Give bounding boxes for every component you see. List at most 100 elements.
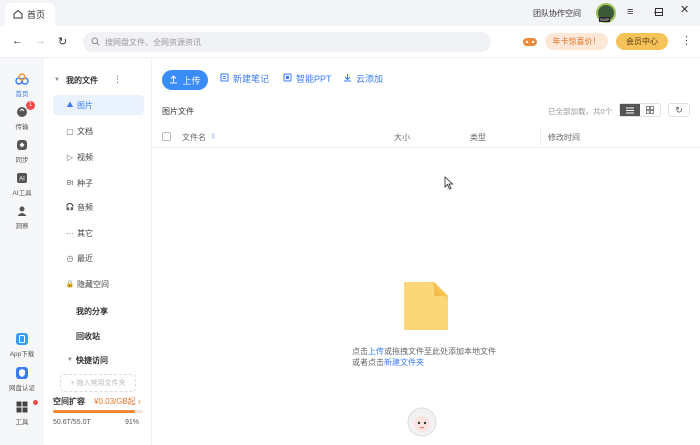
smart-ppt-label: 智能PPT bbox=[296, 74, 332, 84]
storage-bar bbox=[53, 410, 143, 413]
nav-label-verify: 网盘认证 bbox=[9, 385, 35, 392]
upload-label: 上传 bbox=[182, 75, 201, 86]
sidebar-item-audio[interactable]: 🎧 音频 bbox=[53, 197, 144, 217]
list-view-icon[interactable] bbox=[620, 104, 641, 116]
sidebar-label: 文档 bbox=[77, 126, 93, 136]
empty-hint-line1: 点击上传或拖拽文件至此处添加本地文件 bbox=[352, 346, 496, 357]
nav-label-home: 首页 bbox=[15, 91, 29, 98]
cloud-add-label: 云添加 bbox=[356, 74, 384, 84]
my-files-more-icon[interactable]: ⋮ bbox=[113, 74, 122, 85]
mouse-cursor-icon bbox=[444, 176, 454, 193]
tab-home[interactable]: 首页 bbox=[5, 3, 55, 26]
column-type[interactable]: 类型 bbox=[470, 132, 486, 143]
cloud-icon bbox=[15, 72, 29, 86]
column-modified[interactable]: 修改时间 bbox=[548, 132, 580, 143]
more-icon[interactable]: ⋮ bbox=[681, 34, 692, 47]
storage-price-link[interactable]: ¥0.03/GB起 › bbox=[94, 396, 141, 407]
download-icon bbox=[343, 73, 352, 84]
storage-expand-label[interactable]: 空间扩容 bbox=[53, 396, 85, 407]
sidebar-label: 图片 bbox=[77, 100, 93, 110]
sidebar-label: 其它 bbox=[77, 228, 93, 238]
storage-percent: 91% bbox=[125, 419, 140, 426]
empty-hint-line2: 或者点击新建文件夹 bbox=[352, 357, 424, 368]
menu-icon[interactable]: ≡ bbox=[627, 7, 633, 18]
add-quick-access-button[interactable]: + 拖入常用文件夹 bbox=[60, 374, 136, 392]
game-icon[interactable] bbox=[522, 35, 538, 47]
sidebar-item-documents[interactable]: ▢ 文档 bbox=[53, 121, 144, 141]
sidebar-item-videos[interactable]: ▷ 视频 bbox=[53, 147, 144, 167]
column-name[interactable]: 文件名 bbox=[182, 132, 206, 143]
grid-view-icon[interactable] bbox=[640, 104, 660, 116]
nav-item-insight[interactable]: 洞察 bbox=[0, 204, 44, 230]
quick-access-arrow-icon[interactable]: ▼ bbox=[67, 357, 73, 363]
transfer-badge: 1 bbox=[26, 101, 35, 110]
close-icon[interactable]: ✕ bbox=[680, 5, 689, 16]
nav-item-transfer[interactable]: 1 传输 bbox=[0, 101, 44, 131]
upload-button[interactable]: 上传 bbox=[162, 70, 208, 90]
team-space-link[interactable]: 团队协作空间 bbox=[533, 8, 581, 19]
sidebar-item-other[interactable]: ··· 其它 bbox=[53, 223, 144, 243]
tools-icon bbox=[15, 400, 29, 414]
quick-access-heading[interactable]: 快捷访问 bbox=[76, 355, 108, 366]
forward-icon[interactable]: → bbox=[35, 35, 46, 47]
loaded-status: 已全部加载，共0个 bbox=[548, 107, 613, 116]
nav-item-verify[interactable]: 网盘认证 bbox=[0, 366, 44, 392]
avatar[interactable]: SVIP bbox=[596, 3, 616, 23]
ppt-icon bbox=[283, 73, 292, 84]
assistant-mascot-icon[interactable] bbox=[406, 406, 438, 438]
maximize-icon[interactable] bbox=[655, 8, 663, 16]
back-icon[interactable]: ← bbox=[12, 35, 23, 47]
vip-center-button[interactable]: 会员中心 bbox=[616, 33, 668, 50]
promo-button[interactable]: 年卡惊喜价！ bbox=[545, 33, 608, 50]
nav-item-home[interactable]: 首页 bbox=[0, 72, 44, 98]
user-icon bbox=[15, 204, 29, 218]
ai-icon: AI bbox=[15, 171, 29, 185]
note-icon bbox=[220, 73, 229, 84]
hint-text: 点击 bbox=[352, 347, 368, 356]
smart-ppt-button[interactable]: 智能PPT bbox=[283, 72, 332, 85]
hint-text: 或拖拽文件至此处添加本地文件 bbox=[384, 347, 496, 356]
sidebar-label: 种子 bbox=[77, 178, 93, 188]
sidebar-label: 音频 bbox=[77, 202, 93, 212]
nav-label-tools: 工具 bbox=[15, 419, 29, 426]
upload-link[interactable]: 上传 bbox=[368, 347, 384, 356]
search-input[interactable]: 搜网盘文件、全网资源资讯 bbox=[105, 37, 201, 48]
my-share-link[interactable]: 我的分享 bbox=[76, 306, 108, 317]
upload-icon bbox=[169, 74, 178, 86]
sidebar-item-images[interactable]: ⛰ 图片 bbox=[53, 95, 144, 115]
column-divider bbox=[540, 127, 541, 145]
file-sidebar: ▼ 我的文件 ⋮ ⛰ 图片 ▢ 文档 ▷ 视频 Bt 种子 🎧 音频 ··· 其… bbox=[44, 58, 152, 445]
nav-item-tools[interactable]: 工具 bbox=[0, 400, 44, 426]
shield-icon bbox=[15, 366, 29, 380]
document-icon: ▢ bbox=[66, 126, 74, 136]
refresh-icon[interactable]: ↻ bbox=[58, 35, 67, 48]
column-size[interactable]: 大小 bbox=[394, 132, 410, 143]
nav-item-app-download[interactable]: App下载 bbox=[0, 332, 44, 358]
refresh-list-icon[interactable]: ↻ bbox=[668, 103, 690, 117]
sidebar-label: 隐藏空间 bbox=[77, 279, 109, 289]
nav-label-ai-tools: AI工具 bbox=[12, 190, 32, 197]
cloud-add-button[interactable]: 云添加 bbox=[343, 72, 383, 85]
nav-item-ai-tools[interactable]: AI AI工具 bbox=[0, 171, 44, 197]
sidebar-item-torrents[interactable]: Bt 种子 bbox=[53, 173, 144, 193]
sidebar-item-recent[interactable]: ◷ 最近 bbox=[53, 248, 144, 268]
select-all-checkbox[interactable] bbox=[162, 132, 171, 141]
toolbar: ← → ↻ 搜网盘文件、全网资源资讯 年卡惊喜价！ 会员中心 ⋮ bbox=[0, 26, 700, 58]
sort-icon[interactable]: ↕ bbox=[211, 131, 215, 140]
new-note-button[interactable]: 新建笔记 bbox=[220, 72, 269, 85]
new-note-label: 新建笔记 bbox=[233, 74, 270, 84]
sidebar-item-hidden-space[interactable]: 🔒 隐藏空间 bbox=[53, 274, 144, 294]
nav-label-sync: 同步 bbox=[15, 157, 29, 164]
my-files-heading[interactable]: 我的文件 bbox=[66, 75, 98, 86]
hint-text: 或者点击 bbox=[352, 358, 384, 367]
table-header: 文件名 ↕ 大小 类型 修改时间 bbox=[152, 126, 700, 148]
collapse-arrow-icon[interactable]: ▼ bbox=[54, 77, 60, 83]
search-bar[interactable]: 搜网盘文件、全网资源资讯 bbox=[83, 32, 491, 52]
nav-item-sync[interactable]: 同步 bbox=[0, 138, 44, 164]
clock-icon: ◷ bbox=[66, 253, 74, 263]
sidebar-label: 视频 bbox=[77, 152, 93, 162]
storage-used: 50.6T/55.0T bbox=[53, 419, 91, 426]
recycle-bin-link[interactable]: 回收站 bbox=[76, 331, 100, 342]
video-icon: ▷ bbox=[66, 152, 74, 162]
new-folder-link[interactable]: 新建文件夹 bbox=[384, 358, 424, 367]
